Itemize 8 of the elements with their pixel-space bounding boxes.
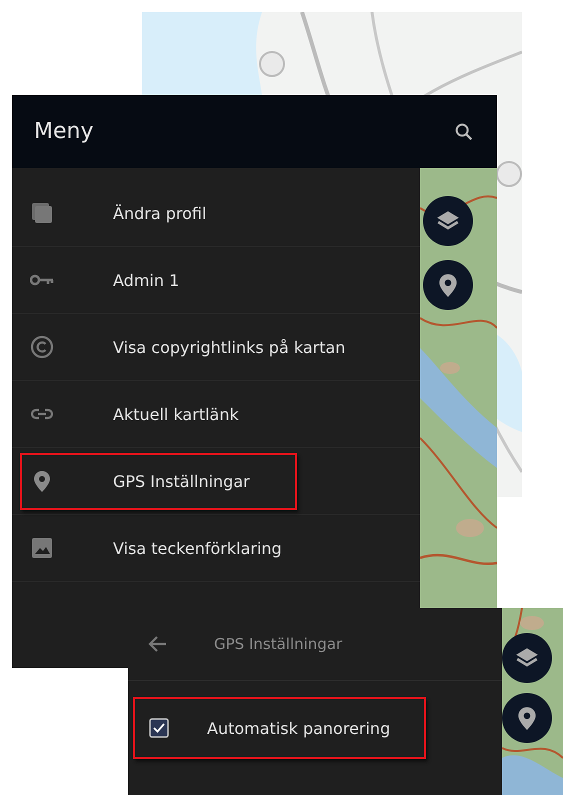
stacked-squares-icon <box>30 201 54 225</box>
checkbox-option[interactable]: Automatisk panorering <box>133 697 426 759</box>
checkbox[interactable] <box>149 718 169 738</box>
settings-title: GPS Inställningar <box>214 635 342 653</box>
menu-title: Meny <box>34 119 94 144</box>
copyright-icon <box>30 335 54 359</box>
menu-item[interactable]: Visa teckenförklaring <box>20 520 297 576</box>
image-icon <box>30 536 54 560</box>
